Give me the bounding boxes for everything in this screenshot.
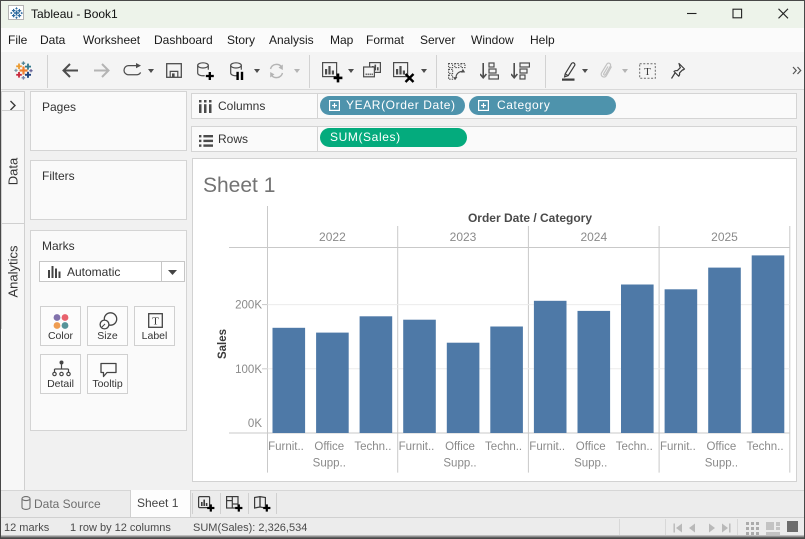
svg-text:T: T — [644, 66, 651, 78]
svg-text:Office: Office — [576, 441, 606, 453]
svg-text:Supp..: Supp.. — [574, 458, 607, 470]
svg-text:T: T — [152, 316, 159, 328]
svg-text:Techn..: Techn.. — [354, 441, 391, 453]
svg-text:Sheet 1: Sheet 1 — [203, 174, 275, 197]
svg-text:Furnit..: Furnit.. — [660, 441, 696, 453]
svg-text:Office: Office — [445, 441, 475, 453]
svg-text:100K: 100K — [235, 364, 262, 376]
svg-text:0K: 0K — [248, 418, 262, 430]
svg-text:Techn..: Techn.. — [485, 441, 522, 453]
svg-text:Furnit..: Furnit.. — [268, 441, 304, 453]
svg-text:2022: 2022 — [319, 230, 346, 244]
svg-text:Furnit..: Furnit.. — [529, 441, 565, 453]
svg-text:2023: 2023 — [450, 230, 477, 244]
svg-text:Supp..: Supp.. — [443, 458, 476, 470]
svg-text:Order Date / Category: Order Date / Category — [468, 211, 592, 225]
svg-text:Techn..: Techn.. — [746, 441, 783, 453]
svg-text:2024: 2024 — [580, 230, 607, 244]
svg-text:2025: 2025 — [711, 230, 738, 244]
svg-text:Techn..: Techn.. — [616, 441, 653, 453]
svg-text:200K: 200K — [235, 300, 262, 312]
svg-text:Office: Office — [706, 441, 736, 453]
svg-text:Office: Office — [314, 441, 344, 453]
svg-text:Supp..: Supp.. — [313, 458, 346, 470]
svg-text:Supp..: Supp.. — [705, 458, 738, 470]
svg-text:Sales: Sales — [217, 329, 229, 359]
svg-text:Furnit..: Furnit.. — [399, 441, 435, 453]
